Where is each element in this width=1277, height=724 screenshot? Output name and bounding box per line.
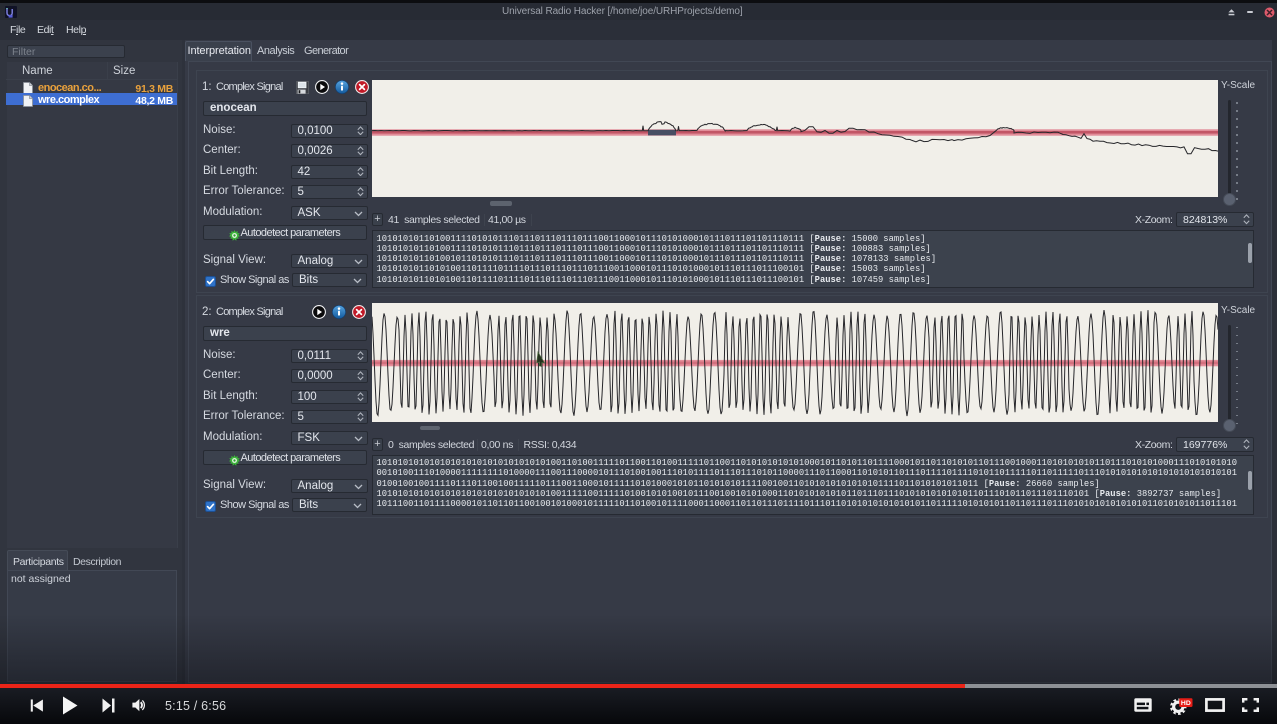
svg-text:HD: HD	[1181, 700, 1191, 707]
